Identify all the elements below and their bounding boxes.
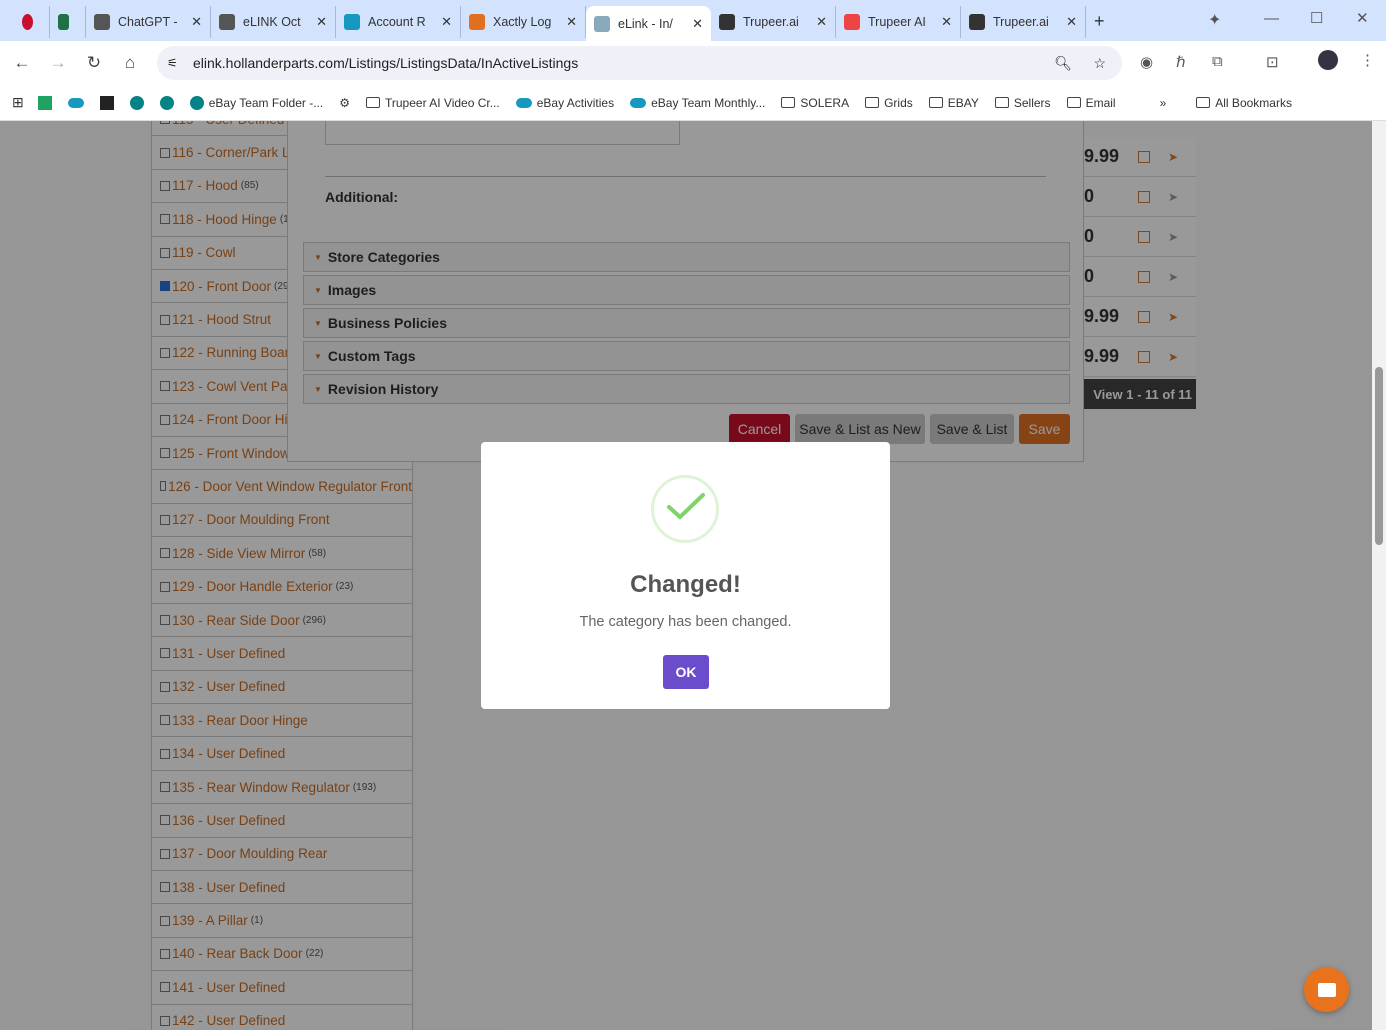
close-tab-icon[interactable]: ✕ bbox=[441, 14, 452, 30]
folder-icon bbox=[1196, 97, 1211, 108]
tab-search-icon[interactable]: ⊡ bbox=[1266, 53, 1279, 71]
browser-tab[interactable]: Trupeer AI ✕ bbox=[836, 5, 961, 38]
folder-icon bbox=[994, 97, 1009, 108]
tab-strip: ChatGPT - ✕ eLINK Oct ✕ Account R ✕ Xactly Log… bbox=[0, 0, 1386, 42]
tab-label: eLink - In/ bbox=[618, 16, 673, 31]
gemini-icon[interactable]: ✦ bbox=[1208, 10, 1221, 30]
tab-label: Xactly Log bbox=[493, 14, 552, 29]
xactly-icon bbox=[469, 13, 485, 30]
chat-icon bbox=[1317, 982, 1336, 997]
tab-label: Trupeer AI bbox=[868, 14, 926, 29]
bookmark-folder-grids[interactable]: Grids bbox=[865, 96, 913, 110]
browser-tab[interactable] bbox=[14, 5, 50, 38]
folder-icon bbox=[928, 97, 943, 108]
chrome-icon bbox=[844, 13, 860, 30]
sheets-bookmark-icon[interactable] bbox=[37, 95, 52, 110]
close-tab-icon[interactable]: ✕ bbox=[816, 14, 827, 30]
browser-tab[interactable]: Xactly Log ✕ bbox=[461, 5, 586, 38]
tab-label: ChatGPT - bbox=[118, 14, 178, 29]
extension-h-icon[interactable]: ℏ bbox=[1176, 53, 1186, 71]
folder-icon bbox=[865, 97, 880, 108]
browser-toolbar: ← → ↻ ⌂ ⚟ elink.hollanderparts.com/Listi… bbox=[0, 41, 1386, 85]
close-window-button[interactable]: ✕ bbox=[1356, 9, 1369, 27]
bookmark-folder-solera[interactable]: SOLERA bbox=[781, 96, 849, 110]
close-tab-icon[interactable]: ✕ bbox=[941, 14, 952, 30]
bookmark-star-icon[interactable]: ☆ bbox=[1093, 55, 1106, 72]
browser-tab[interactable]: ChatGPT - ✕ bbox=[86, 5, 211, 38]
bookmark-ebay-activities[interactable]: eBay Activities bbox=[515, 96, 614, 110]
globe-icon bbox=[219, 13, 235, 30]
profile-avatar[interactable] bbox=[1318, 50, 1338, 70]
browser-tab[interactable]: Account R ✕ bbox=[336, 5, 461, 38]
browser-tab[interactable]: Trupeer.ai ✕ bbox=[711, 5, 836, 38]
bookmark-ebay-team-folder[interactable]: eBay Team Folder -... bbox=[189, 95, 323, 110]
bookmark-folder-sellers[interactable]: Sellers bbox=[994, 96, 1051, 110]
tab-label: Trupeer.ai bbox=[743, 14, 799, 29]
browser-tab[interactable] bbox=[50, 5, 86, 38]
document-icon bbox=[594, 15, 610, 32]
trupeer-icon bbox=[719, 13, 735, 30]
close-tab-icon[interactable]: ✕ bbox=[692, 16, 703, 32]
more-bookmarks-button[interactable]: » bbox=[1160, 96, 1167, 110]
bookmark-trupeer[interactable]: Trupeer AI Video Cr... bbox=[366, 96, 500, 110]
excel-icon bbox=[58, 13, 69, 30]
bookmark-ebay-team-monthly[interactable]: eBay Team Monthly... bbox=[630, 96, 765, 110]
tab-label: Trupeer.ai bbox=[993, 14, 1049, 29]
chatgpt-icon bbox=[94, 13, 110, 30]
record-icon bbox=[22, 13, 33, 30]
extensions-icon[interactable]: ⧉ bbox=[1212, 53, 1223, 70]
success-check-icon bbox=[651, 475, 719, 543]
salesforce-bookmark-icon[interactable] bbox=[67, 97, 84, 108]
tab-label: Account R bbox=[368, 14, 426, 29]
browser-tab[interactable]: Trupeer.ai ✕ bbox=[961, 5, 1086, 38]
maximize-button[interactable]: ☐ bbox=[1310, 9, 1323, 27]
minimize-button[interactable]: — bbox=[1264, 10, 1279, 27]
forward-button[interactable]: → bbox=[40, 53, 76, 73]
back-button[interactable]: ← bbox=[4, 53, 40, 73]
success-dialog: Changed! The category has been changed. … bbox=[481, 442, 890, 709]
sharepoint-bookmark-icon[interactable] bbox=[159, 95, 174, 110]
dialog-title: Changed! bbox=[630, 571, 741, 598]
close-tab-icon[interactable]: ✕ bbox=[191, 14, 202, 30]
bookmark-folder-ebay[interactable]: EBAY bbox=[928, 96, 979, 110]
home-button[interactable]: ⌂ bbox=[112, 53, 148, 73]
close-tab-icon[interactable]: ✕ bbox=[566, 14, 577, 30]
dialog-message: The category has been changed. bbox=[579, 614, 792, 630]
reload-button[interactable]: ↻ bbox=[76, 53, 112, 73]
chatgpt-bookmark-icon[interactable]: ⚙ bbox=[339, 96, 350, 110]
site-info-icon[interactable]: ⚟ bbox=[167, 56, 178, 70]
tab-label: eLINK Oct bbox=[243, 14, 301, 29]
folder-icon bbox=[1066, 97, 1081, 108]
trupeer-icon bbox=[969, 13, 985, 30]
ok-button[interactable]: OK bbox=[663, 655, 709, 689]
browser-tab[interactable]: eLink - In/ ✕ bbox=[586, 5, 711, 42]
scrollbar-thumb[interactable] bbox=[1375, 367, 1383, 545]
close-tab-icon[interactable]: ✕ bbox=[1066, 14, 1077, 30]
new-tab-button[interactable]: + bbox=[1086, 6, 1113, 38]
sharepoint-bookmark-icon[interactable] bbox=[129, 95, 144, 110]
salesforce-icon bbox=[344, 13, 360, 30]
shop-bookmark-icon[interactable] bbox=[99, 95, 114, 110]
address-bar[interactable]: ⚟ elink.hollanderparts.com/Listings/List… bbox=[157, 46, 1122, 80]
bookmark-folder-email[interactable]: Email bbox=[1066, 96, 1116, 110]
url-text[interactable]: elink.hollanderparts.com/Listings/Listin… bbox=[193, 55, 578, 71]
scrollbar[interactable] bbox=[1372, 121, 1386, 1030]
menu-icon[interactable]: ⋮ bbox=[1360, 51, 1375, 69]
apps-icon[interactable]: ⊞ bbox=[12, 94, 24, 111]
zoom-icon[interactable]: 🔍︎ bbox=[1054, 55, 1072, 72]
close-tab-icon[interactable]: ✕ bbox=[316, 14, 327, 30]
camera-icon[interactable]: ◉ bbox=[1140, 53, 1153, 71]
folder-icon bbox=[781, 97, 796, 108]
chat-button[interactable] bbox=[1304, 967, 1349, 1012]
bookmarks-bar: ⊞ eBay Team Folder -... ⚙ Trupeer AI Vid… bbox=[0, 85, 1386, 121]
browser-tab[interactable]: eLINK Oct ✕ bbox=[211, 5, 336, 38]
bookmark-all-bookmarks[interactable]: All Bookmarks bbox=[1196, 96, 1292, 110]
